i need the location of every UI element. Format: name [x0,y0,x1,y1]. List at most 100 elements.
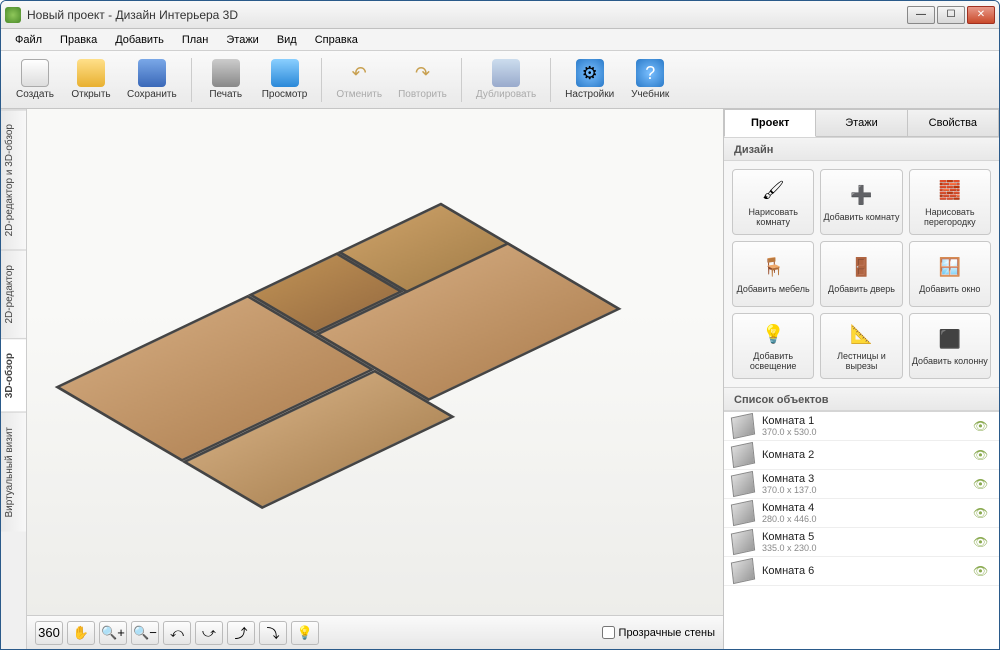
save-button[interactable]: Сохранить [119,54,185,106]
viewport-3d: 360✋🔍+🔍−⤺⤻⤴⤵💡 Прозрачные стены [27,109,723,649]
object-dimensions: 280.0 x 446.0 [762,514,973,524]
design-tool-5-icon: 🪟 [936,254,964,282]
side-tab-virt[interactable]: Виртуальный визит [1,412,26,532]
design-section-title: Дизайн [724,137,999,161]
print-button[interactable]: Печать [198,54,254,106]
toolbar-separator [461,58,462,102]
menu-справка[interactable]: Справка [307,32,366,48]
menu-правка[interactable]: Правка [52,32,105,48]
design-tool-6[interactable]: 💡 Добавить освещение [732,313,814,379]
design-tool-6-label: Добавить освещение [735,352,811,372]
window-controls: — ☐ ✕ [907,6,995,24]
open-button[interactable]: Открыть [63,54,119,106]
design-tool-6-icon: 💡 [759,321,787,349]
zoom-in-button[interactable]: 🔍+ [99,621,127,645]
design-tool-7[interactable]: 📐Лестницы и вырезы [820,313,902,379]
design-tool-4[interactable]: 🚪Добавить дверь [820,241,902,307]
panel-tab-1[interactable]: Этажи [816,109,907,137]
pan-hand-button[interactable]: ✋ [67,621,95,645]
design-tool-0[interactable]: 🖌 Нарисовать комнату [732,169,814,235]
tutorial-icon: ? [636,59,664,87]
redo-icon: ↷ [408,59,436,87]
undo-icon: ↶ [345,59,373,87]
visibility-eye-icon[interactable]: 👁 [973,477,991,491]
side-tab-3d[interactable]: 3D-обзор [1,338,26,412]
save-label: Сохранить [127,89,177,100]
toolbar-separator [321,58,322,102]
design-tool-1-icon: ➕ [847,182,875,210]
orbit-down-button[interactable]: ⤵ [259,621,287,645]
design-tool-2[interactable]: 🧱Нарисовать перегородку [909,169,991,235]
visibility-eye-icon[interactable]: 👁 [973,564,991,578]
menu-этажи[interactable]: Этажи [218,32,266,48]
settings-button[interactable]: ⚙Настройки [557,54,622,106]
panel-tab-2[interactable]: Свойства [908,109,999,137]
side-tab-2d[interactable]: 2D-редактор [1,250,26,338]
menu-добавить[interactable]: Добавить [107,32,172,48]
objects-list[interactable]: Комната 1370.0 x 530.0👁Комната 2👁Комната… [724,411,999,649]
object-item-2[interactable]: Комната 3370.0 x 137.0👁 [724,470,999,499]
save-icon [138,59,166,87]
design-tool-3-icon: 🪑 [759,254,787,282]
print-label: Печать [209,89,242,100]
object-name: Комната 3 [762,473,973,485]
design-tool-7-icon: 📐 [847,321,875,349]
visibility-eye-icon[interactable]: 👁 [973,448,991,462]
side-tab-2d3d[interactable]: 2D-редактор и 3D-обзор [1,109,26,250]
objects-section-title: Список объектов [724,387,999,411]
dup-label: Дублировать [476,89,536,100]
design-tool-8-label: Добавить колонну [912,357,988,367]
object-dimensions: 370.0 x 530.0 [762,427,973,437]
panel-tab-0[interactable]: Проект [724,109,816,137]
object-item-5[interactable]: Комната 6👁 [724,557,999,586]
scene-canvas[interactable] [27,109,723,615]
preview-button[interactable]: Просмотр [254,54,316,106]
object-item-4[interactable]: Комната 5335.0 x 230.0👁 [724,528,999,557]
maximize-button[interactable]: ☐ [937,6,965,24]
transparent-walls-toggle[interactable]: Прозрачные стены [602,626,715,639]
new-label: Создать [16,89,54,100]
object-item-1[interactable]: Комната 2👁 [724,441,999,470]
undo-label: Отменить [336,89,382,100]
tutorial-button[interactable]: ? Учебник [622,54,678,106]
design-tool-5[interactable]: 🪟Добавить окно [909,241,991,307]
menu-вид[interactable]: Вид [269,32,305,48]
main-toolbar: Создать Открыть Сохранить Печать Просмотр ↶ От… [1,51,999,109]
lighting-toggle-button[interactable]: 💡 [291,621,319,645]
tutorial-label: Учебник [631,89,669,100]
undo-button: ↶ Отменить [328,54,390,106]
design-tool-4-label: Добавить дверь [828,285,895,295]
object-name: Комната 5 [762,531,973,543]
visibility-eye-icon[interactable]: 👁 [973,535,991,549]
dup-button: Дублировать [468,54,544,106]
transparent-walls-checkbox[interactable] [602,626,615,639]
new-button[interactable]: Создать [7,54,63,106]
visibility-eye-icon[interactable]: 👁 [973,506,991,520]
room-icon [731,558,755,584]
visibility-eye-icon[interactable]: 👁 [973,419,991,433]
menu-файл[interactable]: Файл [7,32,50,48]
settings-icon: ⚙ [576,59,604,87]
preview-label: Просмотр [262,89,308,100]
close-button[interactable]: ✕ [967,6,995,24]
floorplan-isometric [55,203,696,537]
zoom-out-button[interactable]: 🔍− [131,621,159,645]
design-tool-0-icon: 🖌 [759,177,787,205]
design-tool-1-label: Добавить комнату [823,213,899,223]
minimize-button[interactable]: — [907,6,935,24]
design-tool-3[interactable]: 🪑Добавить мебель [732,241,814,307]
object-item-3[interactable]: Комната 4280.0 x 446.0👁 [724,499,999,528]
design-tool-1[interactable]: ➕ Добавить комнату [820,169,902,235]
content-area: 2D-редактор и 3D-обзор2D-редактор3D-обзо… [1,109,999,649]
rotate-360-button[interactable]: 360 [35,621,63,645]
object-item-0[interactable]: Комната 1370.0 x 530.0👁 [724,412,999,441]
menu-план[interactable]: План [174,32,217,48]
preview-icon [271,59,299,87]
orbit-left-button[interactable]: ⤺ [163,621,191,645]
design-tool-0-label: Нарисовать комнату [735,208,811,228]
design-tool-8[interactable]: ⬛Добавить колонну [909,313,991,379]
orbit-up-button[interactable]: ⤴ [227,621,255,645]
print-icon [212,59,240,87]
viewport-toolbar: 360✋🔍+🔍−⤺⤻⤴⤵💡 Прозрачные стены [27,615,723,649]
orbit-right-button[interactable]: ⤻ [195,621,223,645]
